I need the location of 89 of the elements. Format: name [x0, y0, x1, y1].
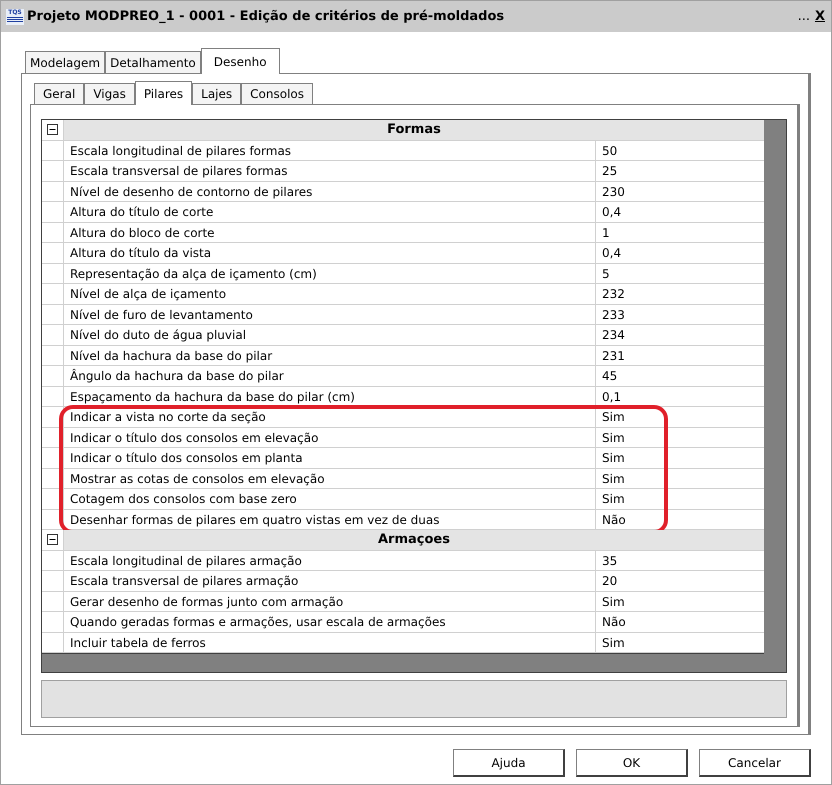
tab[interactable]: Vigas	[84, 83, 135, 104]
property-label: Ângulo da hachura da base do pilar	[69, 368, 285, 385]
property-label: Nível da hachura da base do pilar	[69, 348, 274, 364]
property-label: Cotagem dos consolos com base zero	[69, 491, 298, 508]
property-value[interactable]: Sim	[595, 468, 764, 488]
property-label: Incluir tabela de ferros	[69, 634, 207, 652]
collapse-icon[interactable]	[47, 534, 58, 546]
property-row[interactable]: Cotagem dos consolos com base zero Sim	[42, 489, 764, 510]
property-row[interactable]: Escala transversal de pilares armação 20	[42, 571, 764, 592]
property-label: Escala longitudinal de pilares formas	[69, 142, 292, 160]
property-row[interactable]: Desenhar formas de pilares em quatro vistas em vez de duas Não	[42, 510, 764, 530]
property-value[interactable]: Não	[595, 612, 764, 632]
property-value[interactable]: Sim	[595, 407, 764, 426]
property-label: Quando geradas formas e armações, usar escala de armações	[69, 614, 447, 631]
property-row[interactable]: Nível da hachura da base do pilar 231	[42, 346, 764, 366]
property-row[interactable]: Incluir tabela de ferros Sim	[42, 632, 764, 653]
property-row[interactable]: Representação da alça de içamento (cm) 5	[42, 264, 764, 284]
property-value[interactable]: Sim	[595, 428, 764, 447]
property-label: Escala transversal de pilares armação	[69, 573, 300, 590]
window-title: Projeto MODPREO_1 - 0001 - Edição de critérios de pré-moldados	[27, 8, 506, 26]
tab[interactable]: Pilares	[134, 81, 192, 105]
property-label: Escala transversal de pilares formas	[69, 163, 288, 180]
property-row[interactable]: Mostrar as cotas de consolos em elevação Sim	[42, 468, 764, 489]
property-value[interactable]: 0,4	[595, 243, 764, 262]
property-value[interactable]: 232	[595, 284, 764, 304]
property-row[interactable]: Gerar desenho de formas junto com armação Sim	[42, 592, 764, 612]
property-value[interactable]: 0,1	[595, 386, 764, 406]
more-button[interactable]: ...	[796, 6, 811, 26]
property-row[interactable]: Nível de alça de içamento 232	[42, 284, 764, 304]
property-label: Espaçamento da hachura da base do pilar (cm)	[69, 388, 356, 406]
property-label: Mostrar as cotas de consolos em elevação	[69, 470, 326, 488]
tab[interactable]: Desenho	[200, 48, 280, 74]
property-value[interactable]: Sim	[595, 489, 764, 508]
tab[interactable]: Geral	[34, 83, 84, 104]
property-row[interactable]: Altura do título de corte 0,4	[42, 202, 764, 222]
property-value[interactable]: 35	[595, 550, 764, 570]
property-row[interactable]: Nível de furo de levantamento 233	[42, 304, 764, 325]
tab[interactable]: Modelagem	[25, 51, 106, 73]
property-label: Indicar o título dos consolos em elevação	[69, 430, 320, 446]
property-value[interactable]: 233	[595, 304, 764, 324]
close-button[interactable]: X	[814, 6, 826, 26]
property-value[interactable]: Sim	[595, 592, 764, 611]
property-row[interactable]: Quando geradas formas e armações, usar escala de armações Não	[42, 612, 764, 632]
property-value[interactable]: 231	[595, 346, 764, 365]
property-label: Nível de furo de levantamento	[69, 306, 254, 324]
collapse-icon[interactable]	[47, 124, 58, 136]
property-label: Representação da alça de içamento (cm)	[69, 266, 318, 282]
property-label: Altura do bloco de corte	[69, 224, 216, 242]
section-header: Formas	[64, 120, 764, 140]
property-value[interactable]: 0,4	[595, 202, 764, 222]
property-label: Nível de desenho de contorno de pilares	[69, 184, 314, 200]
property-value[interactable]: 25	[595, 161, 764, 180]
property-row[interactable]: Altura do título da vista 0,4	[42, 243, 764, 264]
tab[interactable]: Detalhamento	[105, 51, 201, 73]
property-label: Indicar a vista no corte da seção	[69, 409, 267, 426]
property-label: Escala longitudinal de pilares armação	[69, 552, 303, 570]
property-row[interactable]: Escala longitudinal de pilares armação 35	[42, 550, 764, 571]
property-label: Gerar desenho de formas junto com armação	[69, 594, 344, 610]
property-row[interactable]: Ângulo da hachura da base do pilar 45	[42, 366, 764, 386]
property-label: Altura do título de corte	[69, 204, 214, 221]
section-header: Armaçoes	[64, 530, 764, 550]
property-value[interactable]: 5	[595, 264, 764, 283]
property-value[interactable]: Não	[595, 510, 764, 529]
property-row[interactable]: Altura do bloco de corte 1	[42, 222, 764, 243]
tab[interactable]: Consolos	[241, 83, 314, 104]
property-value[interactable]: 45	[595, 366, 764, 386]
property-label: Desenhar formas de pilares em quatro vistas em vez de duas	[69, 512, 440, 528]
dialog-button[interactable]: Cancelar	[699, 749, 811, 777]
property-label: Nível de alça de içamento	[69, 286, 228, 303]
property-row[interactable]: Escala longitudinal de pilares formas 50	[42, 140, 764, 161]
property-value[interactable]: Sim	[595, 632, 764, 652]
tab[interactable]: Lajes	[192, 83, 242, 104]
property-row[interactable]: Indicar o título dos consolos em planta Sim	[42, 448, 764, 468]
property-value[interactable]: 20	[595, 571, 764, 590]
property-value[interactable]: Sim	[595, 448, 764, 468]
property-label: Indicar o título dos consolos em planta	[69, 450, 304, 467]
property-row[interactable]: Escala transversal de pilares formas 25	[42, 161, 764, 182]
property-value[interactable]: 234	[595, 325, 764, 344]
property-row[interactable]: Indicar o título dos consolos em elevação Sim	[42, 428, 764, 448]
dialog-button[interactable]: Ajuda	[453, 749, 565, 777]
property-value[interactable]: 230	[595, 182, 764, 201]
property-value[interactable]: 50	[595, 140, 764, 160]
property-row[interactable]: Indicar a vista no corte da seção Sim	[42, 407, 764, 428]
property-row[interactable]: Nível de desenho de contorno de pilares 230	[42, 182, 764, 202]
property-label: Altura do título da vista	[69, 245, 212, 262]
property-row[interactable]: Nível do duto de água pluvial 234	[42, 325, 764, 346]
dialog-button[interactable]: OK	[576, 749, 688, 777]
property-value[interactable]: 1	[595, 222, 764, 242]
property-label: Nível do duto de água pluvial	[69, 327, 248, 344]
